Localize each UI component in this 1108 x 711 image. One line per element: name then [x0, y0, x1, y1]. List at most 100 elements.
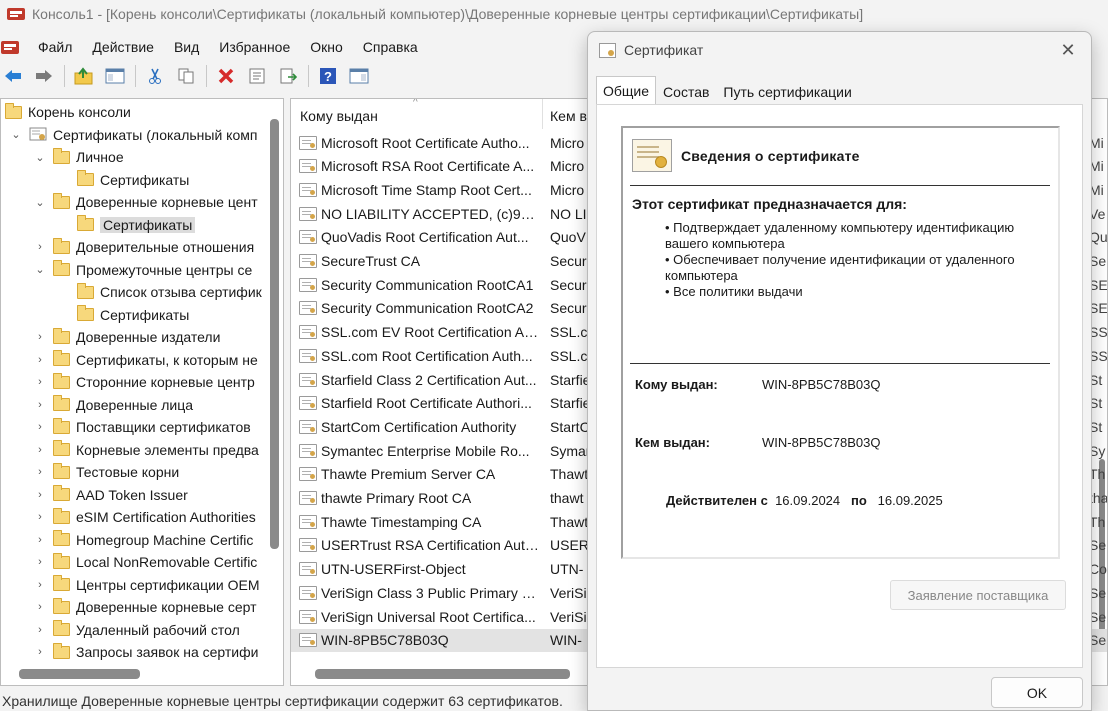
- tree-node[interactable]: › Доверительные отношения: [33, 236, 254, 258]
- menu-window[interactable]: Окно: [300, 39, 353, 55]
- menu-view[interactable]: Вид: [164, 39, 209, 55]
- tree-node[interactable]: › Сертификаты, к которым не: [33, 349, 258, 371]
- menu-file[interactable]: Файл: [28, 39, 82, 55]
- list-horizontal-scrollbar[interactable]: [315, 669, 570, 679]
- chevron-right-icon[interactable]: ›: [33, 556, 47, 568]
- tab-details[interactable]: Состав: [656, 78, 716, 104]
- tree-node[interactable]: › AAD Token Issuer: [33, 484, 188, 506]
- issuer-statement-button[interactable]: Заявление поставщика: [890, 580, 1066, 610]
- tree-node[interactable]: › Тестовые корни: [33, 461, 179, 483]
- chevron-right-icon[interactable]: ›: [33, 444, 47, 456]
- back-arrow-icon[interactable]: [2, 65, 24, 87]
- mmc-app-icon: [6, 5, 26, 23]
- chevron-right-icon[interactable]: ›: [33, 624, 47, 636]
- certificate-icon: [299, 419, 317, 434]
- tree-node[interactable]: ⌄ Личное: [33, 146, 124, 168]
- folder-icon: [77, 215, 94, 231]
- chevron-right-icon[interactable]: ›: [33, 399, 47, 411]
- tree-node[interactable]: › Доверенные лица: [33, 394, 193, 416]
- chevron-right-icon[interactable]: ›: [33, 466, 47, 478]
- forward-arrow-icon[interactable]: [33, 65, 55, 87]
- tree-node[interactable]: › Запросы заявок на сертифи: [33, 641, 258, 663]
- column-issued-by[interactable]: Кем в: [550, 108, 587, 124]
- menu-help[interactable]: Справка: [353, 39, 428, 55]
- action-pane-icon[interactable]: [348, 65, 370, 87]
- certificate-icon: [299, 348, 317, 363]
- tree-node[interactable]: Корень консоли: [5, 101, 131, 123]
- tree-node-label: Сертификаты: [100, 216, 196, 233]
- tree-node[interactable]: Сертификаты: [57, 214, 196, 236]
- column-issued-to[interactable]: Кому выдан: [300, 108, 378, 124]
- tree-node[interactable]: Сертификаты: [57, 304, 189, 326]
- chevron-right-icon[interactable]: ›: [33, 511, 47, 523]
- up-folder-icon[interactable]: [73, 65, 95, 87]
- chevron-down-icon[interactable]: ⌄: [33, 151, 47, 164]
- tree-node[interactable]: › Сторонние корневые центр: [33, 371, 255, 393]
- cut-icon[interactable]: [144, 65, 166, 87]
- chevron-down-icon[interactable]: ⌄: [9, 128, 23, 141]
- export-icon[interactable]: [277, 65, 299, 87]
- chevron-right-icon[interactable]: ›: [33, 376, 47, 388]
- copy-icon[interactable]: [175, 65, 197, 87]
- chevron-down-icon[interactable]: ⌄: [33, 263, 47, 276]
- tree-node[interactable]: › Доверенные издатели: [33, 326, 220, 348]
- mmc-menu-icon[interactable]: [0, 37, 20, 57]
- chevron-right-icon[interactable]: ›: [33, 579, 47, 591]
- folder-icon: [53, 350, 70, 366]
- tree-node[interactable]: ⌄ Сертификаты (локальный комп: [9, 124, 257, 146]
- tree-node[interactable]: › Доверенные корневые серт: [33, 596, 257, 618]
- tree-node-label: Сторонние корневые центр: [76, 374, 255, 390]
- tree-node[interactable]: › Центры сертификации OEM: [33, 574, 260, 596]
- show-hide-tree-icon[interactable]: [104, 65, 126, 87]
- ok-button[interactable]: OK: [991, 677, 1083, 708]
- chevron-right-icon[interactable]: ›: [33, 331, 47, 343]
- chevron-down-icon[interactable]: ⌄: [33, 196, 47, 209]
- title-bar: Консоль1 - [Корень консоли\Сертификаты (…: [0, 0, 1108, 28]
- certificate-icon: [299, 562, 317, 577]
- tree-node[interactable]: › Корневые элементы предва: [33, 439, 259, 461]
- tab-general[interactable]: Общие: [596, 76, 657, 104]
- dialog-tabs: Общие Состав Путь сертификации: [596, 76, 859, 104]
- tree-horizontal-scrollbar[interactable]: [19, 669, 140, 679]
- help-icon[interactable]: ?: [317, 65, 339, 87]
- valid-to-label: по: [851, 493, 867, 508]
- certificate-issued-to: SSL.com EV Root Certification Au...: [321, 324, 539, 341]
- chevron-right-icon[interactable]: ›: [33, 241, 47, 253]
- tree-node-label: Local NonRemovable Certific: [76, 554, 258, 570]
- menu-action[interactable]: Действие: [82, 39, 164, 55]
- tree-node[interactable]: › Поставщики сертификатов: [33, 416, 251, 438]
- close-icon[interactable]: ✕: [1057, 39, 1079, 61]
- menu-favorites[interactable]: Избранное: [209, 39, 300, 55]
- certificate-dialog: Сертификат ✕ Общие Состав Путь сертифика…: [587, 31, 1092, 711]
- tree-node[interactable]: ⌄ Доверенные корневые цент: [33, 191, 258, 213]
- tab-certification-path[interactable]: Путь сертификации: [716, 78, 858, 104]
- delete-icon[interactable]: [215, 65, 237, 87]
- chevron-right-icon[interactable]: ›: [33, 421, 47, 433]
- tree-node[interactable]: Сертификаты: [57, 169, 189, 191]
- tree-node[interactable]: ⌄ Промежуточные центры се: [33, 259, 252, 281]
- certificate-icon: [599, 42, 616, 58]
- tree-node[interactable]: › eSIM Certification Authorities: [33, 506, 256, 528]
- chevron-right-icon[interactable]: ›: [33, 489, 47, 501]
- tree-node-label: Сертификаты: [100, 306, 190, 323]
- mmc-window: Консоль1 - [Корень консоли\Сертификаты (…: [0, 0, 1108, 711]
- folder-icon: [53, 260, 70, 276]
- certificate-icon: [299, 325, 317, 340]
- tree-vertical-scrollbar[interactable]: [270, 119, 279, 549]
- tree-node-label: Удаленный рабочий стол: [76, 621, 240, 638]
- chevron-right-icon[interactable]: ›: [33, 646, 47, 658]
- tree-node[interactable]: Список отзыва сертифик: [57, 281, 262, 303]
- tree-node[interactable]: › Local NonRemovable Certific: [33, 551, 257, 573]
- chevron-right-icon[interactable]: ›: [33, 354, 47, 366]
- chevron-right-icon[interactable]: ›: [33, 534, 47, 546]
- tree-node[interactable]: › Удаленный рабочий стол: [33, 619, 240, 641]
- chevron-right-icon[interactable]: ›: [33, 601, 47, 613]
- folder-icon: [53, 462, 70, 479]
- tree-node[interactable]: › Homegroup Machine Certific: [33, 529, 253, 551]
- divider: [630, 185, 1050, 186]
- properties-icon[interactable]: [246, 65, 268, 87]
- certificate-issued-by: thawt: [550, 490, 584, 506]
- certificate-issued-to: VeriSign Class 3 Public Primary C...: [321, 584, 539, 601]
- column-divider[interactable]: [542, 99, 543, 129]
- svg-text:?: ?: [324, 69, 332, 84]
